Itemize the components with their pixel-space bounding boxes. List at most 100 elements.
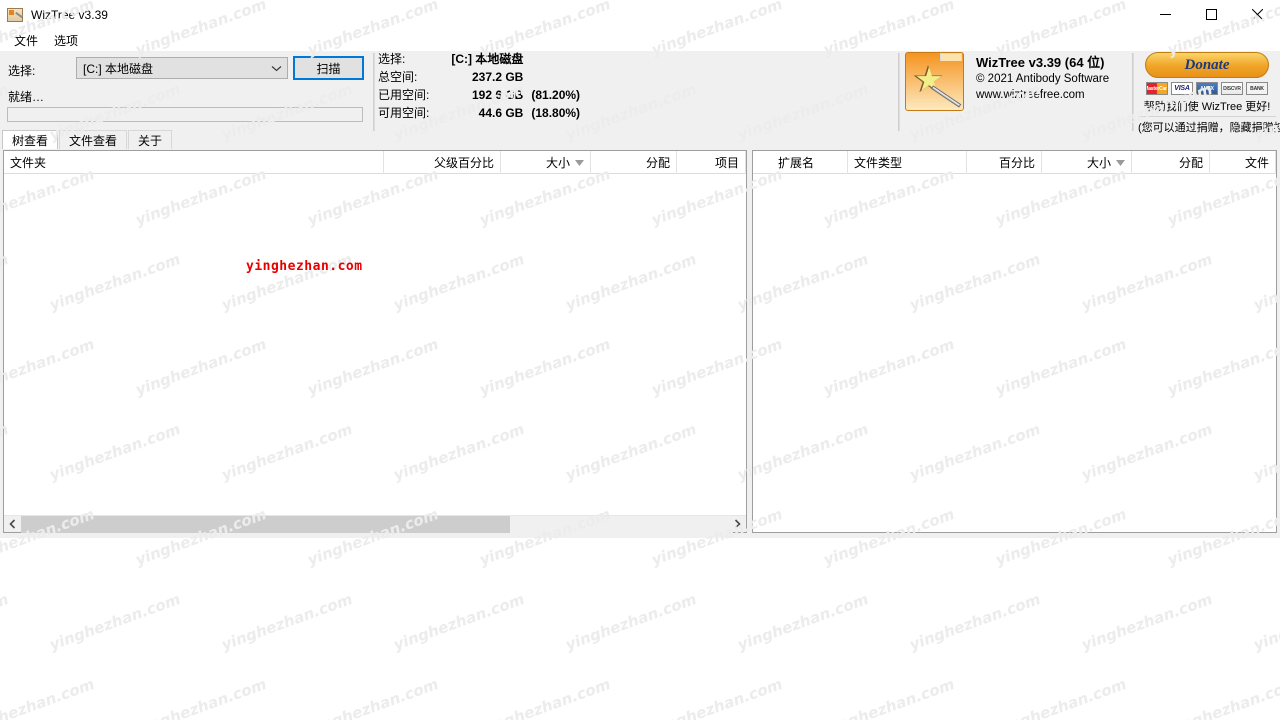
scan-button[interactable]: 扫描 <box>293 56 364 80</box>
tab-about[interactable]: 关于 <box>128 130 173 149</box>
column-label: 分配 <box>1178 156 1203 170</box>
file-view-pane: 扩展名 文件类型 百分比 大小 分配 文件 <box>752 150 1277 533</box>
menu-file[interactable]: 文件 <box>6 30 46 51</box>
bank-icon: BANK <box>1246 82 1268 95</box>
column-header-percent[interactable]: 百分比 <box>967 151 1042 174</box>
column-header-file-type[interactable]: 文件类型 <box>848 151 967 174</box>
watermark-text: yinghezhan.com <box>821 674 957 720</box>
tree-rows-area <box>4 174 746 532</box>
column-header-allocated[interactable]: 分配 <box>1132 151 1210 174</box>
watermark-text: yinghezhan.com <box>735 589 871 655</box>
column-header-parent-percent[interactable]: 父级百分比 <box>384 151 501 174</box>
watermark-text: yinghezhan.com <box>907 589 1043 655</box>
watermark-text: yinghezhan.com <box>391 589 527 655</box>
info-percent: (81.20%) <box>531 88 581 102</box>
column-label: 项目 <box>714 156 739 170</box>
column-label: 分配 <box>645 156 670 170</box>
select-drive-label: 选择: <box>8 64 36 78</box>
info-row: 已用空间: 192.6 GB (81.20%) <box>378 88 580 106</box>
tree-horizontal-scrollbar[interactable] <box>4 515 746 533</box>
column-label: 父级百分比 <box>433 156 494 170</box>
window-title: WizTree v3.39 <box>31 7 108 22</box>
info-value: 237.2 GB <box>471 70 524 84</box>
donate-tagline: 帮助我们使 WizTree 更好! <box>1143 101 1271 113</box>
column-header-size[interactable]: 大小 <box>1042 151 1132 174</box>
info-row: 总空间: 237.2 GB <box>378 70 580 88</box>
about-website[interactable]: www.wiztreefree.com <box>976 87 1109 103</box>
watermark-text: yinghezhan.com <box>0 674 97 720</box>
column-header-folder[interactable]: 文件夹 <box>4 151 384 174</box>
wiztree-window: WizTree v3.39 文件 选项 选择: [C:] 本地磁盘 扫描 就绪… <box>0 0 1280 538</box>
donate-note: (您可以通过捐赠，隐藏捐赠按钮) <box>1138 116 1280 135</box>
donate-button[interactable]: Donate <box>1145 52 1269 78</box>
watermark-text: yinghezhan.com <box>563 589 699 655</box>
column-label: 文件 <box>1244 156 1269 170</box>
info-key: 已用空间: <box>378 88 430 102</box>
site-watermark-text: yinghezhan.com <box>246 259 363 274</box>
wiztree-logo-icon <box>905 52 964 111</box>
watermark-text: yinghezhan.com <box>133 674 269 720</box>
close-button[interactable] <box>1234 0 1280 29</box>
file-header-row: 扩展名 文件类型 百分比 大小 分配 文件 <box>753 151 1276 174</box>
about-copyright: © 2021 Antibody Software <box>976 73 1110 85</box>
tab-tree-view[interactable]: 树查看 <box>2 130 59 149</box>
scan-progress-bar <box>7 107 363 122</box>
info-key: 选择: <box>378 52 406 66</box>
drive-select-value: [C:] 本地磁盘 <box>83 61 154 76</box>
watermark-text: yinghezhan.com <box>47 589 183 655</box>
info-percent <box>531 52 580 70</box>
column-label: 文件夹 <box>10 156 47 170</box>
info-row: 选择: [C:] 本地磁盘 <box>378 52 580 70</box>
minimize-button[interactable] <box>1142 0 1188 29</box>
column-header-allocated[interactable]: 分配 <box>591 151 677 174</box>
payment-cards: MasterCard VISA AMEX DISCVR BANK <box>1138 82 1276 95</box>
info-value: 44.6 GB <box>478 106 524 120</box>
watermark-text: yinghezhan.com <box>1079 589 1215 655</box>
chevron-down-icon <box>265 65 287 72</box>
status-text: 就绪… <box>8 90 45 104</box>
info-key: 总空间: <box>378 70 418 84</box>
column-header-files[interactable]: 文件 <box>1210 151 1276 174</box>
scrollbar-thumb[interactable] <box>21 515 510 533</box>
chevron-right-icon[interactable] <box>729 516 746 533</box>
watermark-text: yinghezhan.com <box>219 589 355 655</box>
tree-header-row: 文件夹 父级百分比 大小 分配 项目 <box>4 151 746 174</box>
tab-strip: 树查看 文件查看 关于 <box>2 129 173 149</box>
sort-descending-icon <box>1116 159 1125 166</box>
column-header-items[interactable]: 项目 <box>677 151 746 174</box>
sort-descending-icon <box>575 159 584 166</box>
watermark-text: yinghezhan.com <box>0 589 11 655</box>
column-header-size[interactable]: 大小 <box>501 151 591 174</box>
column-label: 大小 <box>545 156 570 170</box>
drive-select[interactable]: [C:] 本地磁盘 <box>76 57 288 79</box>
tab-file-view[interactable]: 文件查看 <box>59 130 128 149</box>
info-row: 可用空间: 44.6 GB (18.80%) <box>378 106 580 124</box>
toolbar-separator-2 <box>898 53 900 131</box>
toolbar-separator-1 <box>373 53 375 131</box>
visa-icon: VISA <box>1171 82 1193 95</box>
about-title: WizTree v3.39 (64 位) <box>976 55 1105 70</box>
chevron-left-icon[interactable] <box>4 516 21 533</box>
info-percent <box>531 70 580 88</box>
donate-block: Donate MasterCard VISA AMEX DISCVR BANK … <box>1138 50 1280 135</box>
scrollbar-track[interactable] <box>21 515 729 533</box>
watermark-text: yinghezhan.com <box>477 674 613 720</box>
menu-options[interactable]: 选项 <box>46 30 86 51</box>
watermark-text: yinghezhan.com <box>1251 589 1280 655</box>
disk-info-table: 选择: [C:] 本地磁盘 总空间: 237.2 GB 已用空间: 192.6 … <box>378 52 580 124</box>
wiztree-app-icon <box>7 7 24 23</box>
watermark-text: yinghezhan.com <box>649 674 785 720</box>
info-key: 可用空间: <box>378 106 430 120</box>
column-label: 百分比 <box>998 156 1035 170</box>
column-label: 扩展名 <box>778 156 815 170</box>
discover-icon: DISCVR <box>1221 82 1243 95</box>
mastercard-icon: MasterCard <box>1146 82 1168 95</box>
column-header-extension[interactable]: 扩展名 <box>753 151 848 174</box>
watermark-text: yinghezhan.com <box>1165 674 1280 720</box>
column-label: 文件类型 <box>854 156 903 170</box>
toolbar-separator-3 <box>1132 53 1134 131</box>
info-value: [C:] 本地磁盘 <box>451 52 524 66</box>
file-rows-area <box>753 174 1276 532</box>
watermark-text: yinghezhan.com <box>305 674 441 720</box>
maximize-button[interactable] <box>1188 0 1234 29</box>
